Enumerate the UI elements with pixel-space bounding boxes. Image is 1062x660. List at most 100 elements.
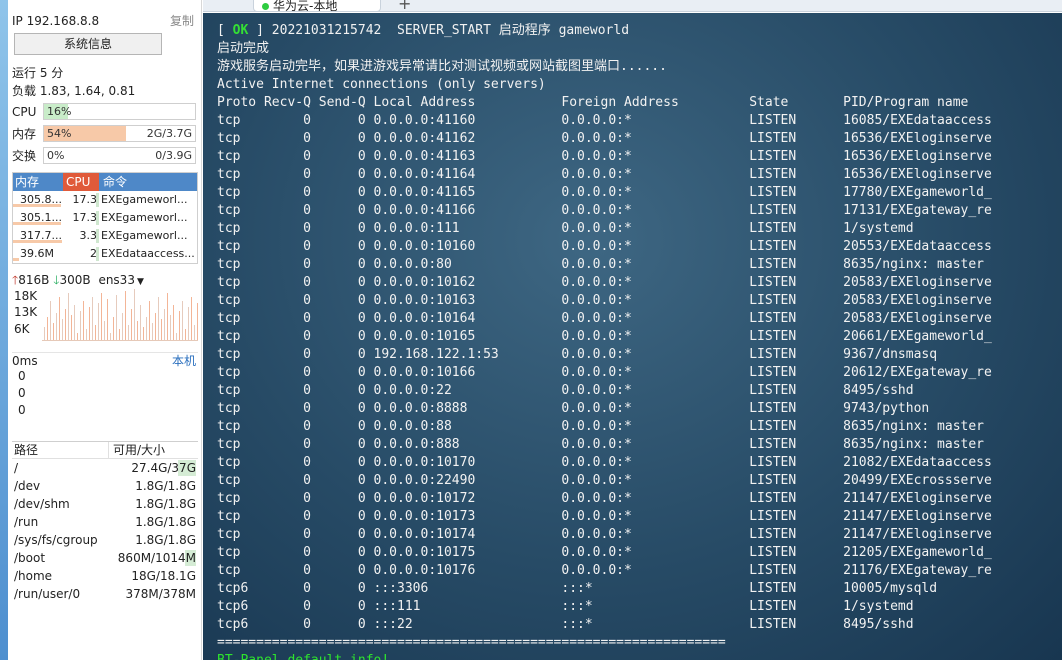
caret-down-icon: ▼ <box>136 277 144 287</box>
disk-size: 1.8G/1.8G <box>135 477 196 495</box>
process-row[interactable]: 317.7... 3.3 EXEgameworl... <box>13 227 197 245</box>
disk-size-text: 1.8G/1.8G <box>135 515 196 529</box>
disk-row[interactable]: /run 1.8G/1.8G <box>12 513 198 531</box>
disk-path: /run <box>14 515 39 529</box>
terminal-line: ========================================… <box>217 635 726 650</box>
connected-status-icon <box>262 3 269 10</box>
terminal-line: tcp6 0 0 :::3306 :::* LISTEN 10005/mysql… <box>217 581 938 596</box>
disk-path: /home <box>14 569 53 583</box>
process-row[interactable]: 305.1... 17.3 EXEgameworl... <box>13 209 197 227</box>
terminal-line: tcp6 0 0 :::22 :::* LISTEN 8495/sshd <box>217 617 914 632</box>
traffic-bar <box>173 305 174 340</box>
traffic-bar <box>143 327 144 340</box>
disk-row[interactable]: /home 18G/18.1G <box>12 567 198 585</box>
terminal-line: tcp 0 0 0.0.0.0:111 0.0.0.0:* LISTEN 1/s… <box>217 221 914 236</box>
memory-meter-row: 内存 54% 2G/3.7G <box>10 124 198 144</box>
disk-row[interactable]: / 27.4G/37G <box>12 459 198 477</box>
process-cpu-text: 17.3 <box>72 211 98 224</box>
terminal-line: BT-Panel default info! <box>217 652 1062 660</box>
traffic-bar <box>95 325 96 340</box>
command-header[interactable]: 命令 <box>101 173 127 191</box>
terminal-line: tcp 0 0 0.0.0.0:10174 0.0.0.0:* LISTEN 2… <box>217 527 992 542</box>
cpu-percent: 16% <box>47 105 72 118</box>
ping-value: 0 <box>18 403 26 417</box>
traffic-bar <box>44 327 45 340</box>
process-cpu: 17.3 <box>65 191 99 209</box>
terminal-line: tcp 0 0 0.0.0.0:888 0.0.0.0:* LISTEN 863… <box>217 437 985 452</box>
sort-by-memory-header[interactable]: 内存 <box>13 173 63 191</box>
process-row[interactable]: 39.6M 2 EXEdataaccess... <box>13 245 197 263</box>
traffic-bar <box>116 295 117 340</box>
terminal-line: tcp 0 0 0.0.0.0:8888 0.0.0.0:* LISTEN 97… <box>217 401 930 416</box>
traffic-bar <box>170 315 171 340</box>
process-memory-text: 39.6M <box>20 247 54 260</box>
disk-row[interactable]: /dev 1.8G/1.8G <box>12 477 198 495</box>
traffic-bar <box>53 323 54 340</box>
ping-target-link[interactable]: 本机 <box>172 353 196 369</box>
system-info-button[interactable]: 系统信息 <box>14 33 162 55</box>
ok-status: OK <box>232 23 249 38</box>
terminal-line: tcp 0 0 0.0.0.0:41160 0.0.0.0:* LISTEN 1… <box>217 113 992 128</box>
disk-row[interactable]: /dev/shm 1.8G/1.8G <box>12 495 198 513</box>
ping-value: 0 <box>18 369 26 383</box>
disk-row[interactable]: /sys/fs/cgroup 1.8G/1.8G <box>12 531 198 549</box>
disk-size-text: 860M/1014M <box>117 551 196 565</box>
terminal-line: tcp 0 0 0.0.0.0:10160 0.0.0.0:* LISTEN 2… <box>217 239 992 254</box>
ping-header: 0ms 本机 <box>12 352 198 368</box>
terminal-line: tcp 0 0 0.0.0.0:41166 0.0.0.0:* LISTEN 1… <box>217 203 992 218</box>
terminal-line: tcp 0 0 0.0.0.0:10170 0.0.0.0:* LISTEN 2… <box>217 455 992 470</box>
disk-size: 378M/378M <box>125 585 196 603</box>
terminal-line: tcp 0 0 0.0.0.0:22490 0.0.0.0:* LISTEN 2… <box>217 473 992 488</box>
traffic-bar <box>188 307 189 340</box>
terminal-line: tcp 0 0 0.0.0.0:10164 0.0.0.0:* LISTEN 2… <box>217 311 992 326</box>
sort-by-cpu-header[interactable]: CPU <box>63 173 99 191</box>
traffic-bar <box>158 297 159 340</box>
traffic-bar <box>47 317 48 340</box>
disk-path: /boot <box>14 551 46 565</box>
traffic-bar <box>191 297 192 340</box>
traffic-bar <box>65 309 66 340</box>
disk-row[interactable]: /run/user/0 378M/378M <box>12 585 198 603</box>
traffic-bar <box>194 325 195 340</box>
traffic-bar <box>104 321 105 340</box>
traffic-bar <box>152 323 153 340</box>
add-tab-plus-icon[interactable]: + <box>398 0 411 11</box>
disk-size-text: 1.8G/1.8G <box>135 479 196 493</box>
traffic-bar <box>164 309 165 340</box>
process-cpu-text: 17.3 <box>72 193 98 206</box>
traffic-bar <box>137 321 138 340</box>
terminal-line: tcp 0 0 0.0.0.0:41163 0.0.0.0:* LISTEN 1… <box>217 149 992 164</box>
traffic-bar <box>128 325 129 340</box>
disk-size: 860M/1014M <box>118 549 196 567</box>
terminal-line: 游戏服务启动完毕，如果进游戏异常请比对测试视频或网站截图里端口...... <box>217 59 667 74</box>
traffic-bar <box>62 319 63 340</box>
server-start-text: ] 20221031215742 SERVER_START 启动程序 gamew… <box>248 23 630 38</box>
process-memory: 39.6M <box>13 245 63 263</box>
process-memory-bar <box>13 204 61 207</box>
terminal-lines: [ OK ] 20221031215742 SERVER_START 启动程序 … <box>217 22 1062 660</box>
traffic-bar <box>71 315 72 340</box>
traffic-bar <box>122 313 123 340</box>
process-row[interactable]: 305.8... 17.3 EXEgameworl... <box>13 191 197 209</box>
traffic-bar <box>59 297 60 340</box>
terminal-line: tcp 0 0 0.0.0.0:22 0.0.0.0:* LISTEN 8495… <box>217 383 914 398</box>
network-interface-select[interactable]: ens33 ▼ <box>98 273 143 287</box>
swap-meter: 0% 0/3.9G <box>43 147 196 164</box>
traffic-bar <box>146 317 147 340</box>
disk-size: 1.8G/1.8G <box>135 495 196 513</box>
tab-title: 华为云-本地 <box>273 0 338 12</box>
copy-ip-button[interactable]: 复制 <box>170 12 194 30</box>
process-cpu-bar <box>96 211 99 225</box>
disk-row[interactable]: /boot 860M/1014M <box>12 549 198 567</box>
process-cpu-bar <box>96 247 99 261</box>
disk-path: / <box>14 461 19 475</box>
disk-size-text: 378M/378M <box>125 587 196 601</box>
terminal-tab[interactable]: 华为云-本地 <box>253 0 381 12</box>
swap-meter-row: 交换 0% 0/3.9G <box>10 146 198 166</box>
memory-value: 2G/3.7G <box>146 127 192 140</box>
disk-rows: / 27.4G/37G/dev 1.8G/1.8G/dev/shm 1.8G/1.8G… <box>12 459 198 603</box>
traffic-bar <box>167 293 168 340</box>
terminal-line: tcp 0 0 0.0.0.0:10162 0.0.0.0:* LISTEN 2… <box>217 275 992 290</box>
process-rows: 305.8... 17.3 EXEgameworl... 305.1... 17.3 EX… <box>13 191 197 263</box>
terminal-output[interactable]: [ OK ] 20221031215742 SERVER_START 启动程序 … <box>203 13 1062 660</box>
